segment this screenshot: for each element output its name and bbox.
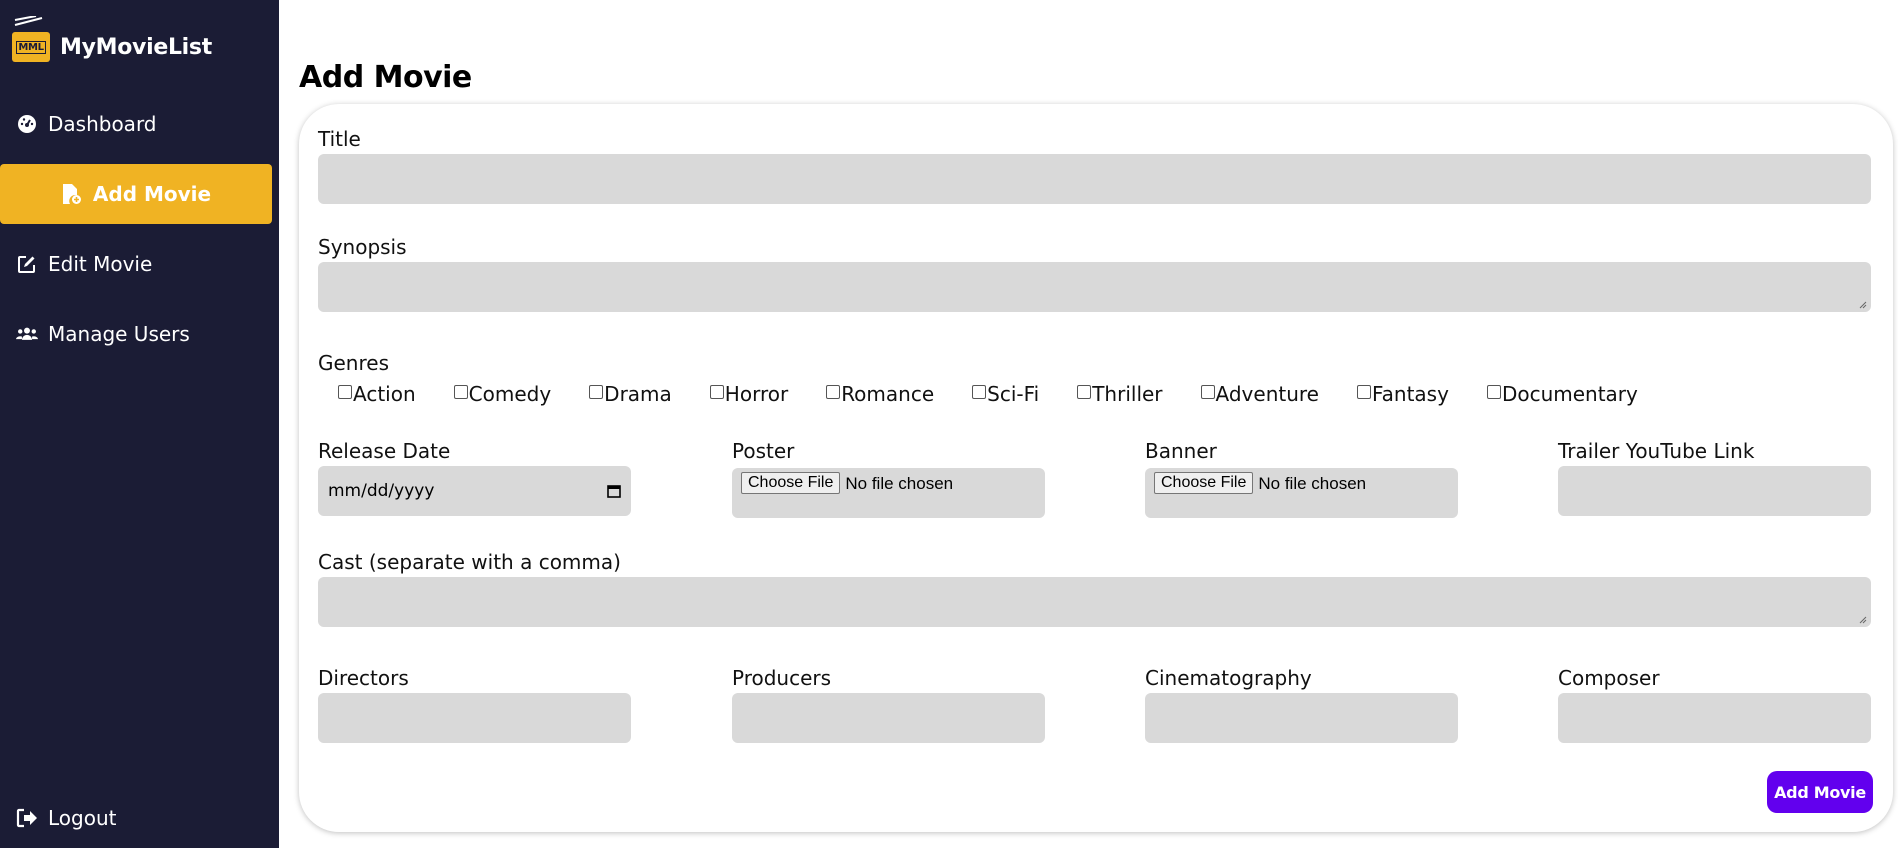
synopsis-label: Synopsis xyxy=(318,235,407,259)
resize-grip-icon[interactable] xyxy=(1859,301,1867,309)
logout-button[interactable]: Logout xyxy=(0,788,272,848)
trailer-label: Trailer YouTube Link xyxy=(1558,439,1755,463)
genre-label: Drama xyxy=(604,382,672,406)
genre-label: Adventure xyxy=(1215,382,1319,406)
brand[interactable]: MML MyMovieList xyxy=(12,8,212,64)
date-placeholder: mm/dd/yyyy xyxy=(328,481,435,501)
cinematography-label: Cinematography xyxy=(1145,666,1312,690)
sidebar: MML MyMovieList Dashboard Add Movie Edit… xyxy=(0,0,279,848)
banner-file-input[interactable]: Choose File No file chosen xyxy=(1145,468,1458,518)
title-label: Title xyxy=(318,127,361,151)
checkbox[interactable] xyxy=(1077,385,1092,399)
logout-label: Logout xyxy=(48,806,117,830)
checkbox[interactable] xyxy=(826,385,841,399)
release-date-input[interactable]: mm/dd/yyyy xyxy=(318,466,631,516)
checkbox[interactable] xyxy=(972,385,987,399)
genre-label: Thriller xyxy=(1092,382,1163,406)
genre-label: Documentary xyxy=(1501,382,1638,406)
sidebar-item-label: Add Movie xyxy=(92,182,212,206)
release-date-label: Release Date xyxy=(318,439,451,463)
genre-option[interactable]: Action xyxy=(338,382,416,406)
banner-label: Banner xyxy=(1145,439,1217,463)
checkbox[interactable] xyxy=(338,385,352,399)
genre-option[interactable]: Comedy xyxy=(453,382,552,406)
sidebar-item-label: Edit Movie xyxy=(48,252,153,276)
genre-option[interactable]: Thriller xyxy=(1077,382,1163,406)
checkbox[interactable] xyxy=(1486,385,1501,399)
cast-label: Cast (separate with a comma) xyxy=(318,550,621,574)
add-movie-form: Title Synopsis Genres Action Comedy Dram… xyxy=(299,104,1893,832)
cast-textarea[interactable] xyxy=(318,577,1871,627)
genre-option[interactable]: Adventure xyxy=(1200,382,1319,406)
genre-label: Action xyxy=(353,382,416,406)
checkbox[interactable] xyxy=(1356,385,1371,399)
genre-label: Horror xyxy=(724,382,789,406)
logo-text: MML xyxy=(16,40,46,54)
genre-option[interactable]: Horror xyxy=(709,382,789,406)
checkbox[interactable] xyxy=(589,385,604,399)
composer-input[interactable] xyxy=(1558,693,1871,743)
producers-label: Producers xyxy=(732,666,832,690)
producers-input[interactable] xyxy=(732,693,1045,743)
sidebar-item-dashboard[interactable]: Dashboard xyxy=(0,94,272,154)
cinematography-input[interactable] xyxy=(1145,693,1458,743)
genre-label: Fantasy xyxy=(1371,382,1449,406)
file-add-icon xyxy=(61,183,83,205)
genre-option[interactable]: Drama xyxy=(589,382,672,406)
genre-option[interactable]: Fantasy xyxy=(1356,382,1449,406)
directors-label: Directors xyxy=(318,666,409,690)
main-content: Add Movie Title Synopsis Genres Action C… xyxy=(279,0,1898,848)
genre-option[interactable]: Romance xyxy=(826,382,934,406)
genres-group: Action Comedy Drama Horror Romance Sci-F… xyxy=(338,382,1676,406)
checkbox[interactable] xyxy=(709,385,724,399)
trailer-input[interactable] xyxy=(1558,466,1871,516)
sidebar-item-label: Dashboard xyxy=(48,112,157,136)
choose-file-button[interactable]: Choose File xyxy=(741,472,841,494)
title-input[interactable] xyxy=(318,154,1871,204)
directors-input[interactable] xyxy=(318,693,631,743)
calendar-icon[interactable] xyxy=(607,484,621,498)
poster-label: Poster xyxy=(732,439,795,463)
file-status: No file chosen xyxy=(1258,474,1367,493)
synopsis-textarea[interactable] xyxy=(318,262,1871,312)
genres-label: Genres xyxy=(318,351,389,375)
genre-label: Sci-Fi xyxy=(987,382,1040,406)
checkbox[interactable] xyxy=(453,385,468,399)
checkbox[interactable] xyxy=(1200,385,1215,399)
genre-label: Romance xyxy=(841,382,935,406)
poster-file-input[interactable]: Choose File No file chosen xyxy=(732,468,1045,518)
sidebar-item-edit-movie[interactable]: Edit Movie xyxy=(0,234,272,294)
sidebar-item-add-movie[interactable]: Add Movie xyxy=(0,164,272,224)
sidebar-item-label: Manage Users xyxy=(48,322,190,346)
choose-file-button[interactable]: Choose File xyxy=(1154,472,1254,494)
sidebar-item-manage-users[interactable]: Manage Users xyxy=(0,304,272,364)
edit-icon xyxy=(16,253,38,275)
genre-label: Comedy xyxy=(468,382,552,406)
file-status: No file chosen xyxy=(845,474,954,493)
brand-name: MyMovieList xyxy=(60,34,212,60)
genre-option[interactable]: Documentary xyxy=(1486,382,1638,406)
users-icon xyxy=(16,323,38,345)
logout-icon xyxy=(16,807,38,829)
logo-icon: MML xyxy=(12,8,52,64)
composer-label: Composer xyxy=(1558,666,1660,690)
add-movie-submit-button[interactable]: Add Movie xyxy=(1767,771,1873,813)
page-title: Add Movie xyxy=(299,60,472,95)
gauge-icon xyxy=(16,113,38,135)
resize-grip-icon[interactable] xyxy=(1859,616,1867,624)
genre-option[interactable]: Sci-Fi xyxy=(972,382,1039,406)
